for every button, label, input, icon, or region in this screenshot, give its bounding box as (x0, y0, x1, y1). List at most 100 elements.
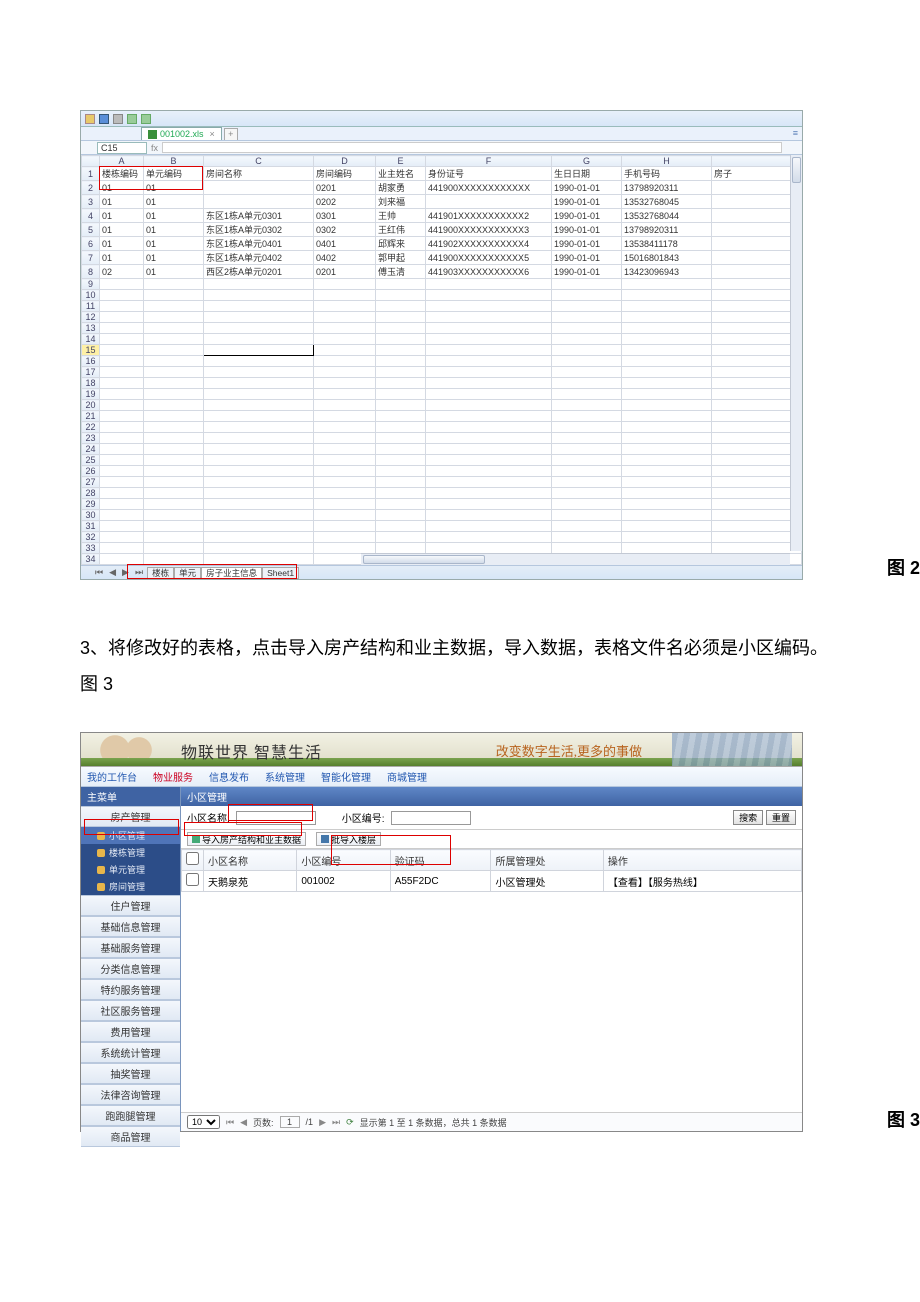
cell[interactable] (622, 378, 712, 389)
cell[interactable] (426, 433, 552, 444)
page-size-select[interactable]: 10 (187, 1115, 220, 1129)
cell[interactable] (204, 488, 314, 499)
cell[interactable] (144, 455, 204, 466)
cell[interactable] (204, 433, 314, 444)
cell[interactable]: 傅玉清 (376, 265, 426, 279)
search-name-input[interactable] (236, 811, 316, 825)
cell[interactable]: 01 (100, 209, 144, 223)
cell[interactable] (376, 301, 426, 312)
cell[interactable] (552, 532, 622, 543)
sheet-nav-last-icon[interactable]: ⏭ (133, 567, 145, 578)
cell[interactable] (376, 433, 426, 444)
undo-icon[interactable] (127, 114, 137, 124)
col-header[interactable]: D (314, 156, 376, 167)
cell[interactable] (144, 279, 204, 290)
cell[interactable] (712, 195, 802, 209)
cell[interactable] (622, 466, 712, 477)
cell[interactable] (204, 455, 314, 466)
cell[interactable] (552, 356, 622, 367)
cell[interactable] (100, 466, 144, 477)
cell[interactable] (204, 181, 314, 195)
sidebar-category[interactable]: 基础信息管理 (81, 916, 180, 937)
cell[interactable] (204, 499, 314, 510)
cell[interactable] (314, 422, 376, 433)
cell[interactable] (314, 543, 376, 554)
cell[interactable] (712, 499, 802, 510)
cell[interactable]: 01 (100, 251, 144, 265)
sidebar-category[interactable]: 商品管理 (81, 1126, 180, 1147)
row-header[interactable]: 20 (82, 400, 100, 411)
cell[interactable]: 01 (144, 181, 204, 195)
cell[interactable] (426, 521, 552, 532)
cell[interactable] (314, 411, 376, 422)
cell[interactable] (426, 195, 552, 209)
cell[interactable] (376, 356, 426, 367)
cell[interactable] (100, 422, 144, 433)
row-header[interactable]: 3 (82, 195, 100, 209)
cell[interactable] (426, 477, 552, 488)
cell[interactable]: 手机号码 (622, 167, 712, 181)
cell[interactable] (426, 455, 552, 466)
cell[interactable] (100, 389, 144, 400)
cell[interactable] (712, 334, 802, 345)
row-header[interactable]: 11 (82, 301, 100, 312)
cell[interactable] (712, 367, 802, 378)
cell[interactable] (204, 510, 314, 521)
sidebar-category[interactable]: 费用管理 (81, 1021, 180, 1042)
cell[interactable] (426, 290, 552, 301)
cell[interactable] (712, 209, 802, 223)
cell[interactable] (100, 345, 144, 356)
cell[interactable]: 房子 (712, 167, 802, 181)
cell[interactable] (100, 488, 144, 499)
cell[interactable] (426, 444, 552, 455)
cell[interactable] (426, 510, 552, 521)
close-tab-icon[interactable]: × (210, 129, 215, 139)
cell[interactable] (376, 499, 426, 510)
cell[interactable]: 15016801843 (622, 251, 712, 265)
cell[interactable] (622, 532, 712, 543)
cell[interactable]: 01 (144, 209, 204, 223)
cell[interactable] (100, 477, 144, 488)
row-header[interactable]: 12 (82, 312, 100, 323)
cell[interactable] (622, 433, 712, 444)
cell[interactable]: 胡家勇 (376, 181, 426, 195)
row-header[interactable]: 30 (82, 510, 100, 521)
cell[interactable] (314, 532, 376, 543)
cell[interactable] (314, 367, 376, 378)
cell[interactable]: 1990-01-01 (552, 251, 622, 265)
cell[interactable] (204, 554, 314, 565)
cell[interactable]: 东区1栋A单元0301 (204, 209, 314, 223)
cell[interactable] (314, 499, 376, 510)
cell[interactable] (204, 345, 314, 356)
col-header[interactable]: B (144, 156, 204, 167)
cell[interactable] (552, 323, 622, 334)
search-code-input[interactable] (391, 811, 471, 825)
cell[interactable] (712, 290, 802, 301)
cell[interactable] (426, 466, 552, 477)
save-icon[interactable] (99, 114, 109, 124)
cell[interactable] (144, 521, 204, 532)
cell[interactable] (100, 323, 144, 334)
row-header[interactable]: 21 (82, 411, 100, 422)
cell[interactable]: 441903XXXXXXXXXXX6 (426, 265, 552, 279)
cell[interactable] (144, 466, 204, 477)
cell[interactable] (100, 290, 144, 301)
cell[interactable] (376, 279, 426, 290)
cell[interactable] (376, 488, 426, 499)
sidebar-sub-item[interactable]: 楼栋管理 (81, 844, 180, 861)
sidebar-category[interactable]: 抽奖管理 (81, 1063, 180, 1084)
cell[interactable] (712, 477, 802, 488)
cell[interactable] (426, 334, 552, 345)
cell[interactable] (204, 521, 314, 532)
cell[interactable]: 13532768045 (622, 195, 712, 209)
cell[interactable] (552, 543, 622, 554)
row-header[interactable]: 25 (82, 455, 100, 466)
cell[interactable] (204, 378, 314, 389)
cell[interactable] (100, 521, 144, 532)
row-header[interactable]: 6 (82, 237, 100, 251)
cell[interactable] (100, 554, 144, 565)
cell[interactable] (376, 389, 426, 400)
cell[interactable]: 01 (100, 181, 144, 195)
cell[interactable] (144, 433, 204, 444)
cell[interactable] (144, 312, 204, 323)
